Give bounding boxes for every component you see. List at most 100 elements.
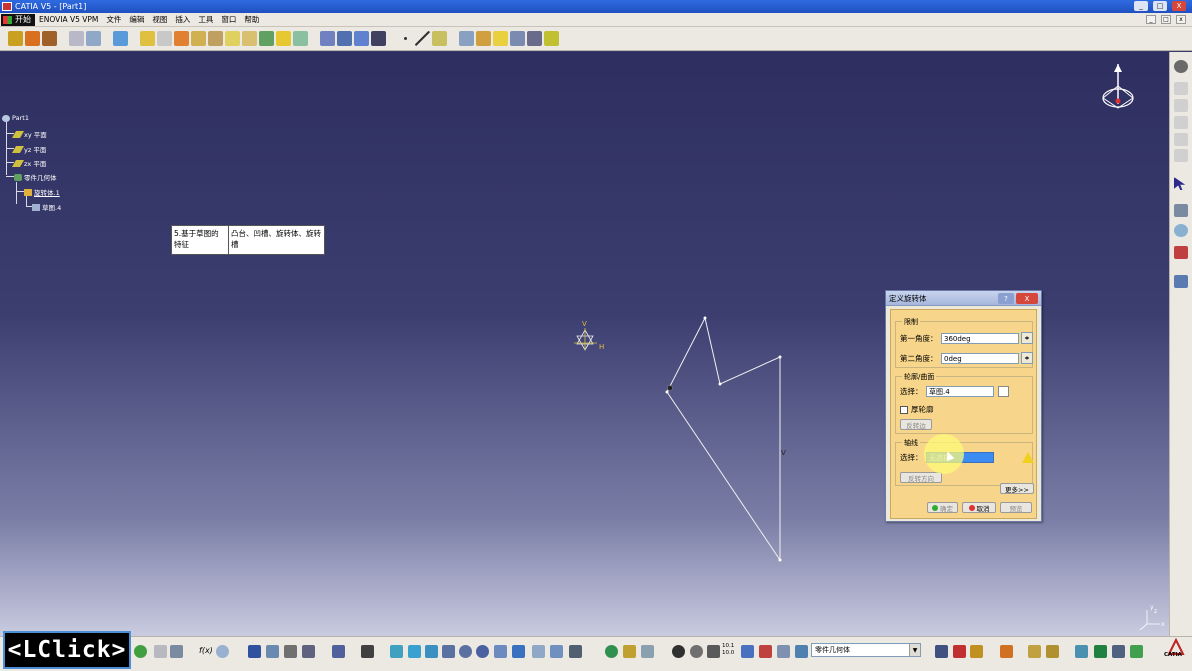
fit-all-icon[interactable] bbox=[390, 645, 403, 658]
zoom-out-icon[interactable] bbox=[459, 645, 472, 658]
view-right-icon[interactable] bbox=[1174, 133, 1188, 146]
paint-icon[interactable] bbox=[1000, 645, 1013, 658]
body-combo-box[interactable]: 零件几何体 ▼ bbox=[811, 643, 921, 657]
pad-icon[interactable] bbox=[140, 31, 155, 46]
menu-enovia[interactable]: ENOVIA V5 VPM bbox=[35, 15, 102, 24]
loft-icon[interactable] bbox=[276, 31, 291, 46]
light-icon[interactable] bbox=[1130, 645, 1143, 658]
new-icon[interactable] bbox=[8, 31, 23, 46]
eraser-icon[interactable] bbox=[795, 645, 808, 658]
second-angle-field[interactable]: 0deg bbox=[941, 352, 1019, 364]
remove-body-icon[interactable] bbox=[953, 645, 966, 658]
maximize-button[interactable]: □ bbox=[1153, 1, 1167, 11]
analysis-icon[interactable] bbox=[544, 31, 559, 46]
point-icon[interactable] bbox=[398, 31, 413, 46]
dialog-help-button[interactable]: ? bbox=[998, 293, 1014, 304]
list-icon[interactable] bbox=[777, 645, 790, 658]
sketch-edit-icon[interactable] bbox=[998, 386, 1009, 397]
paste-icon[interactable] bbox=[86, 31, 101, 46]
measure-item-icon[interactable] bbox=[1174, 275, 1188, 288]
compass-icon[interactable] bbox=[527, 31, 542, 46]
minimize-button[interactable]: _ bbox=[1134, 1, 1148, 11]
render-icon[interactable] bbox=[1075, 645, 1088, 658]
table-icon[interactable] bbox=[248, 645, 261, 658]
bottle-icon[interactable] bbox=[970, 645, 983, 658]
ratio-label[interactable]: 10.1 10.0 bbox=[722, 643, 736, 657]
select-arrow-icon[interactable] bbox=[1174, 177, 1186, 190]
normal-view-icon[interactable] bbox=[476, 645, 489, 658]
sketcher-icon[interactable] bbox=[113, 31, 128, 46]
view-left-icon[interactable] bbox=[1174, 116, 1188, 129]
boolean-icon[interactable] bbox=[320, 31, 335, 46]
pocket-icon[interactable] bbox=[157, 31, 172, 46]
hide-show-icon[interactable] bbox=[532, 645, 545, 658]
axis-system-icon[interactable] bbox=[707, 645, 720, 658]
menu-tools[interactable]: 工具 bbox=[194, 14, 217, 25]
menu-edit[interactable]: 编辑 bbox=[125, 14, 148, 25]
scene-icon[interactable] bbox=[1094, 645, 1107, 658]
second-angle-spinner[interactable] bbox=[1021, 352, 1033, 364]
more-button[interactable]: 更多>> bbox=[1000, 483, 1034, 494]
rotate-icon[interactable] bbox=[425, 645, 438, 658]
menu-file[interactable]: 文件 bbox=[102, 14, 125, 25]
grid-icon[interactable] bbox=[354, 31, 369, 46]
groove-icon[interactable] bbox=[191, 31, 206, 46]
clash-icon[interactable] bbox=[605, 645, 618, 658]
doc-restore-button[interactable]: □ bbox=[1161, 15, 1171, 24]
start-menu[interactable]: 开始 bbox=[1, 13, 35, 26]
chevron-down-icon[interactable]: ▼ bbox=[909, 644, 920, 656]
slot-icon[interactable] bbox=[242, 31, 257, 46]
plane-icon[interactable] bbox=[432, 31, 447, 46]
shading-icon[interactable] bbox=[459, 31, 474, 46]
view-front-icon[interactable] bbox=[1174, 82, 1188, 95]
apply-material-icon[interactable] bbox=[476, 31, 491, 46]
measure-icon[interactable] bbox=[510, 31, 525, 46]
camera-icon[interactable] bbox=[1112, 645, 1125, 658]
thick-profile-checkbox[interactable] bbox=[900, 405, 908, 414]
close-button[interactable]: X bbox=[1172, 1, 1186, 11]
remove-loft-icon[interactable] bbox=[293, 31, 308, 46]
delete-useless-icon[interactable] bbox=[759, 645, 772, 658]
reverse-side-button[interactable]: 反转边 bbox=[900, 419, 932, 430]
doc-minimize-button[interactable]: _ bbox=[1146, 15, 1156, 24]
parameters-icon[interactable] bbox=[302, 645, 315, 658]
preview-button[interactable]: 预览 bbox=[1000, 502, 1032, 513]
multi-view-icon[interactable] bbox=[569, 645, 582, 658]
hole-icon[interactable] bbox=[208, 31, 223, 46]
cycle-icon[interactable] bbox=[672, 645, 685, 658]
view-top-icon[interactable] bbox=[1174, 149, 1188, 162]
update-icon[interactable] bbox=[332, 645, 345, 658]
zoom-in-icon[interactable] bbox=[442, 645, 455, 658]
spreadsheet-icon[interactable] bbox=[741, 645, 754, 658]
formula-label[interactable]: f(x) bbox=[199, 646, 213, 655]
lock-icon[interactable] bbox=[284, 645, 297, 658]
what-is-icon[interactable] bbox=[170, 645, 183, 658]
view-back-icon[interactable] bbox=[1174, 99, 1188, 112]
catalog-icon[interactable] bbox=[361, 645, 374, 658]
rib-icon[interactable] bbox=[225, 31, 240, 46]
sketch-profile[interactable] bbox=[665, 316, 782, 562]
transform-icon[interactable] bbox=[371, 31, 386, 46]
insert-body-icon[interactable] bbox=[935, 645, 948, 658]
profile-select-field[interactable]: 草图.4 bbox=[926, 386, 994, 397]
hand-icon[interactable] bbox=[690, 645, 703, 658]
assemble-icon[interactable] bbox=[337, 31, 352, 46]
stiffener-icon[interactable] bbox=[259, 31, 274, 46]
reverse-direction-button[interactable]: 反转方向 bbox=[900, 472, 942, 483]
cube-view-icon[interactable] bbox=[493, 31, 508, 46]
constraint-icon[interactable] bbox=[1174, 246, 1188, 259]
ok-button[interactable]: 确定 bbox=[927, 502, 958, 513]
first-angle-field[interactable]: 360deg bbox=[941, 332, 1019, 344]
dialog-title-bar[interactable]: 定义旋转体 ? X bbox=[886, 291, 1041, 306]
cancel-button[interactable]: 取消 bbox=[962, 502, 996, 513]
menu-insert[interactable]: 插入 bbox=[171, 14, 194, 25]
menu-window[interactable]: 窗口 bbox=[217, 14, 240, 25]
sketch-analysis-icon[interactable] bbox=[1174, 204, 1188, 217]
open-icon[interactable] bbox=[25, 31, 40, 46]
first-angle-spinner[interactable] bbox=[1021, 332, 1033, 344]
shaft-icon[interactable] bbox=[174, 31, 189, 46]
save-icon[interactable] bbox=[42, 31, 57, 46]
menu-view[interactable]: 视图 bbox=[148, 14, 171, 25]
dialog-close-button[interactable]: X bbox=[1016, 293, 1038, 304]
knowledge-icon[interactable] bbox=[1028, 645, 1041, 658]
